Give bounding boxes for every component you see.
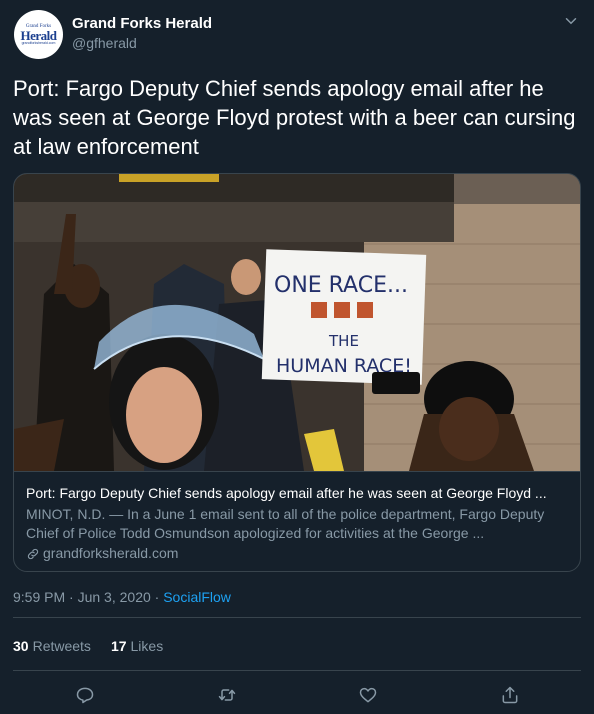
meta-separator: · — [154, 589, 160, 605]
sign-line-1: ONE RACE... — [274, 273, 408, 298]
card-domain-text: grandforksherald.com — [43, 545, 179, 561]
retweets-stat[interactable]: 30 Retweets — [13, 637, 91, 656]
tweet-time[interactable]: 9:59 PM — [13, 589, 65, 605]
share-button[interactable] — [497, 682, 523, 708]
retweet-button[interactable] — [214, 682, 240, 708]
retweets-label: Retweets — [32, 638, 91, 654]
tweet-source-link[interactable]: SocialFlow — [163, 589, 231, 605]
avatar-logo-main: Herald — [20, 27, 58, 43]
herald-logo: Grand Forks Herald grandforksherald.com — [20, 24, 58, 46]
share-icon — [502, 686, 518, 704]
tweet-header: Grand Forks Herald grandforksherald.com … — [14, 10, 580, 62]
like-button[interactable] — [355, 682, 381, 708]
tweet-date[interactable]: Jun 3, 2020 — [78, 589, 151, 605]
likes-stat[interactable]: 17 Likes — [111, 637, 163, 656]
retweet-icon — [218, 689, 236, 701]
retweets-count: 30 — [13, 638, 29, 654]
author-display-name[interactable]: Grand Forks Herald — [72, 14, 212, 34]
card-body[interactable]: Port: Fargo Deputy Chief sends apology e… — [14, 471, 580, 571]
likes-count: 17 — [110, 638, 127, 654]
likes-label: Likes — [130, 638, 164, 654]
divider-top — [13, 617, 581, 618]
meta-separator: · — [69, 589, 74, 605]
card-domain: grandforksherald.com — [26, 544, 568, 563]
reply-icon — [76, 687, 94, 704]
tweet-stats: 30 Retweets 17 Likes — [13, 637, 163, 656]
link-card[interactable]: ONE RACE... THE HUMAN RACE! Port: Fargo … — [13, 173, 581, 572]
author-names: Grand Forks Herald @gfherald — [72, 14, 212, 53]
card-image[interactable]: ONE RACE... THE HUMAN RACE! — [14, 174, 580, 471]
sign-line-2: THE — [328, 332, 359, 350]
divider-bottom — [13, 670, 581, 671]
card-title: Port: Fargo Deputy Chief sends apology e… — [26, 485, 547, 501]
avatar[interactable]: Grand Forks Herald grandforksherald.com — [14, 10, 63, 59]
tweet-meta: 9:59 PM · Jun 3, 2020 · SocialFlow — [13, 588, 231, 607]
reply-button[interactable] — [72, 682, 98, 708]
author-handle[interactable]: @gfherald — [72, 34, 212, 53]
heart-icon — [359, 687, 377, 703]
chevron-down-icon[interactable] — [562, 12, 580, 30]
link-icon — [27, 548, 39, 559]
tweet-actions — [13, 682, 581, 708]
card-description: MINOT, N.D. — In a June 1 email sent to … — [26, 506, 545, 541]
tweet-text: Port: Fargo Deputy Chief sends apology e… — [13, 76, 576, 159]
avatar-logo-url: grandforksherald.com — [21, 40, 56, 45]
